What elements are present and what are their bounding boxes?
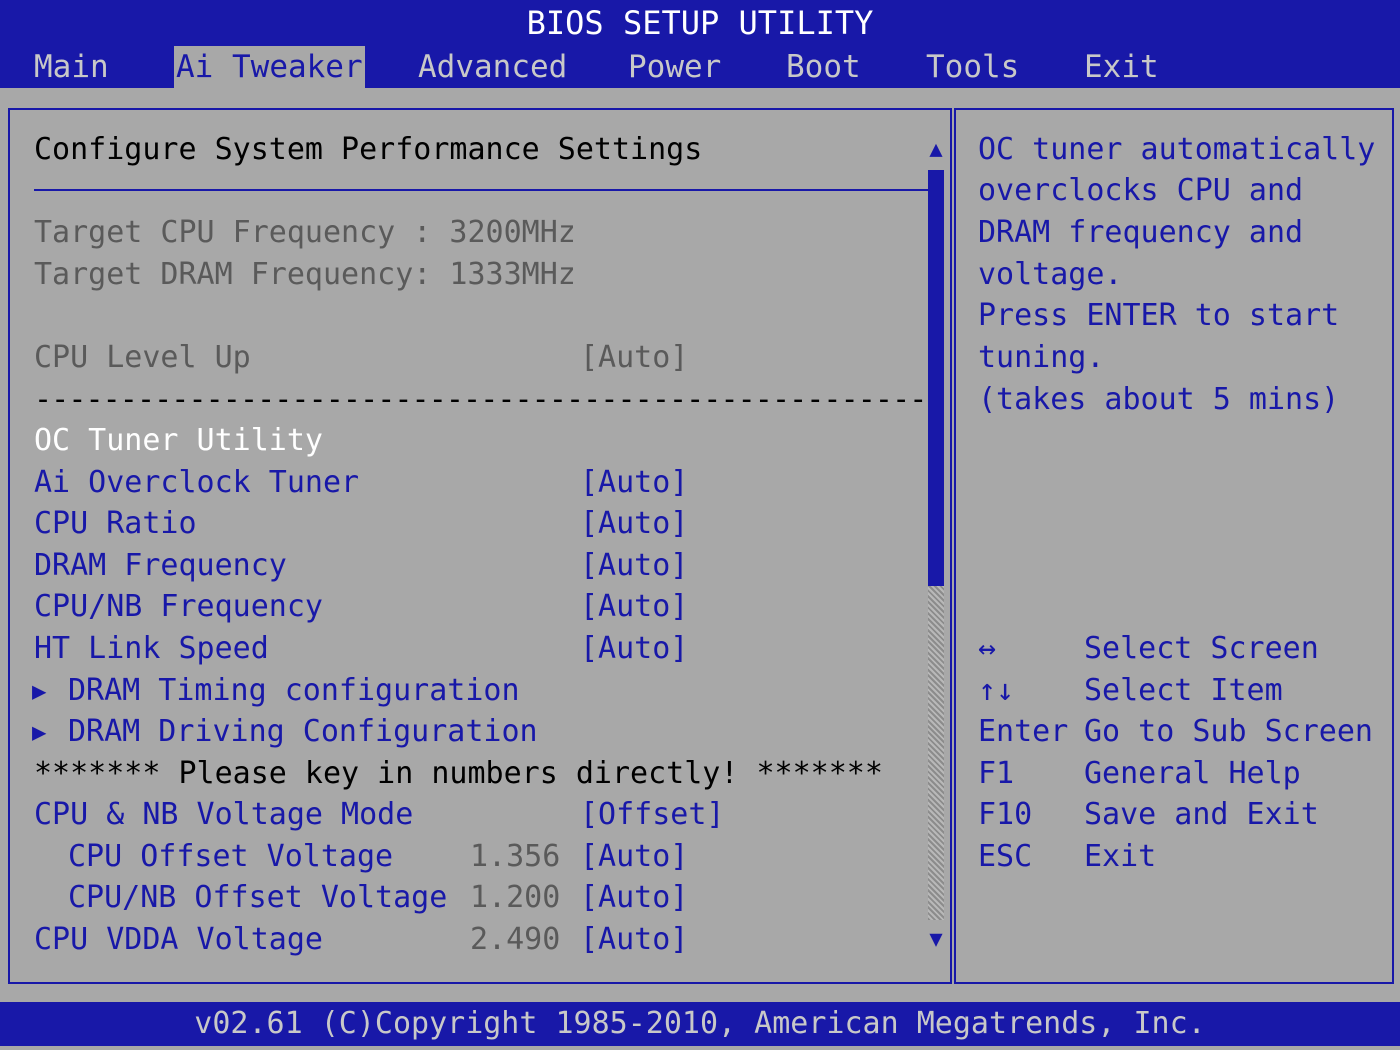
key-hint-select-item: Select Item <box>1084 673 1283 708</box>
cpu-nb-frequency-value[interactable]: [Auto] <box>580 587 688 627</box>
cpu-offset-voltage-label[interactable]: CPU Offset Voltage <box>68 837 393 877</box>
oc-tuner-utility[interactable]: OC Tuner Utility <box>34 421 323 461</box>
app-title: BIOS SETUP UTILITY <box>526 4 874 42</box>
key-f1: F1 <box>978 756 1015 791</box>
key-hint-exit: Exit <box>1084 839 1157 874</box>
ht-link-speed-label[interactable]: HT Link Speed <box>34 629 269 669</box>
header-divider <box>34 189 928 191</box>
tab-power[interactable]: Power <box>626 46 723 88</box>
cpu-nb-offset-voltage-reading: 1.200 <box>470 880 561 915</box>
tab-exit[interactable]: Exit <box>1082 46 1161 88</box>
menu-bar: Main Ai Tweaker Advanced Power Boot Tool… <box>0 46 1400 88</box>
help-line: OC tuner automatically <box>978 132 1376 167</box>
tab-boot[interactable]: Boot <box>784 46 863 88</box>
ai-overclock-tuner-label[interactable]: Ai Overclock Tuner <box>34 463 359 503</box>
cpu-ratio-value[interactable]: [Auto] <box>580 504 688 544</box>
cpu-level-up-value: [Auto] <box>580 340 689 375</box>
dram-frequency-label[interactable]: DRAM Frequency <box>34 546 287 586</box>
cpu-offset-voltage-value[interactable]: [Auto] <box>580 837 688 877</box>
key-hint-save-exit: Save and Exit <box>1084 797 1319 832</box>
key-hint-select-screen: Select Screen <box>1084 631 1319 666</box>
cpu-nb-offset-voltage-value[interactable]: [Auto] <box>580 878 688 918</box>
tab-ai-tweaker[interactable]: Ai Tweaker <box>174 46 365 88</box>
numeric-entry-notice: ******* Please key in numbers directly! … <box>34 756 883 791</box>
copyright-text: v02.61 (C)Copyright 1985-2010, American … <box>194 1006 1206 1041</box>
key-hint-general-help: General Help <box>1084 756 1301 791</box>
help-line: DRAM frequency and <box>978 215 1304 250</box>
status-bar: v02.61 (C)Copyright 1985-2010, American … <box>0 1002 1400 1046</box>
key-hint-sub-screen: Go to Sub Screen <box>1084 714 1373 749</box>
tab-advanced[interactable]: Advanced <box>416 46 569 88</box>
help-line: (takes about 5 mins) <box>978 382 1340 417</box>
target-dram-frequency: Target DRAM Frequency: 1333MHz <box>34 257 576 292</box>
cpu-level-up-label: CPU Level Up <box>34 340 251 375</box>
help-line: overclocks CPU and <box>978 173 1304 208</box>
cpu-ratio-label[interactable]: CPU Ratio <box>34 504 197 544</box>
tab-tools[interactable]: Tools <box>924 46 1021 88</box>
voltage-mode-value[interactable]: [Offset] <box>580 795 725 835</box>
cpu-nb-offset-voltage-label[interactable]: CPU/NB Offset Voltage <box>68 878 447 918</box>
submenu-arrow-icon: ▶ <box>32 677 47 705</box>
voltage-mode-label[interactable]: CPU & NB Voltage Mode <box>34 795 413 835</box>
left-right-arrows-icon: ↔ <box>978 631 997 666</box>
submenu-arrow-icon: ▶ <box>32 718 47 746</box>
key-f10: F10 <box>978 797 1033 832</box>
ai-overclock-tuner-value[interactable]: [Auto] <box>580 463 688 503</box>
separator: ----------------------------------------… <box>34 382 927 417</box>
page-title: Configure System Performance Settings <box>34 132 703 167</box>
target-cpu-frequency: Target CPU Frequency : 3200MHz <box>34 215 576 250</box>
help-line: voltage. <box>978 257 1123 292</box>
dram-frequency-value[interactable]: [Auto] <box>580 546 688 586</box>
cpu-vdda-voltage-reading: 2.490 <box>470 922 561 957</box>
dram-driving-configuration[interactable]: DRAM Driving Configuration <box>68 712 538 752</box>
key-esc: ESC <box>978 839 1033 874</box>
scrollbar-thumb[interactable] <box>928 170 944 586</box>
up-down-arrows-icon: ↑↓ <box>978 673 1015 708</box>
help-line: tuning. <box>978 340 1105 375</box>
cpu-offset-voltage-reading: 1.356 <box>470 839 561 874</box>
ht-link-speed-value[interactable]: [Auto] <box>580 629 688 669</box>
cpu-vdda-voltage-value[interactable]: [Auto] <box>580 920 688 960</box>
scroll-down-icon[interactable]: ▼ <box>926 929 946 951</box>
help-line: Press ENTER to start <box>978 298 1340 333</box>
tab-main[interactable]: Main <box>32 46 111 88</box>
dram-timing-configuration[interactable]: DRAM Timing configuration <box>68 671 520 711</box>
key-enter: Enter <box>978 714 1069 749</box>
scroll-up-icon[interactable]: ▲ <box>926 139 946 161</box>
title-bar: BIOS SETUP UTILITY <box>0 0 1400 48</box>
cpu-vdda-voltage-label[interactable]: CPU VDDA Voltage <box>34 920 323 960</box>
cpu-nb-frequency-label[interactable]: CPU/NB Frequency <box>34 587 323 627</box>
